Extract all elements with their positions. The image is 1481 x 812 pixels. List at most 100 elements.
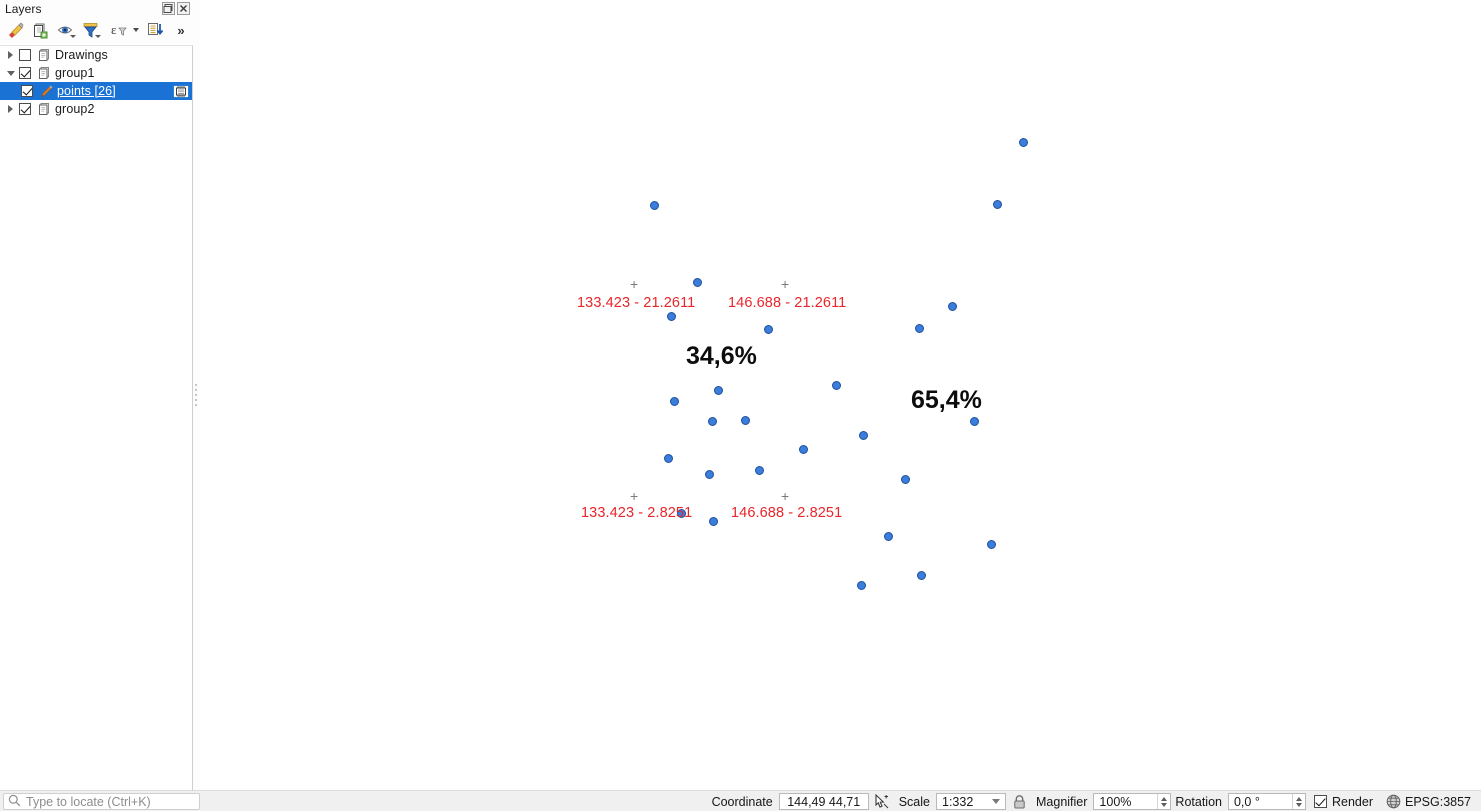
chevron-down-icon xyxy=(992,799,1000,804)
rotation-spinbox[interactable]: 0,0 ° xyxy=(1227,793,1306,810)
toolbar-overflow-button[interactable]: » xyxy=(173,19,189,41)
magnifier-value: 100% xyxy=(1099,794,1132,809)
grid-coordinate-label: 133.423 - 21.2611 xyxy=(577,295,696,311)
lock-icon[interactable] xyxy=(1006,791,1032,812)
map-point-feature[interactable] xyxy=(799,445,808,454)
grid-coordinate-label: 146.688 - 21.2611 xyxy=(728,295,847,311)
crs-label[interactable]: EPSG:3857 xyxy=(1405,795,1471,809)
group-icon xyxy=(35,46,53,64)
map-point-feature[interactable] xyxy=(693,278,702,287)
scale-combo[interactable]: 1:332 xyxy=(936,793,1006,810)
render-toggle[interactable]: Render xyxy=(1313,794,1373,809)
layer-tree-row-group1[interactable]: group1 xyxy=(0,64,192,82)
splitter-grip[interactable] xyxy=(195,381,198,415)
percentage-label: 34,6% xyxy=(686,342,757,370)
panel-splitter[interactable] xyxy=(193,0,200,790)
layer-tree-label: points [26] xyxy=(57,84,116,98)
map-point-feature[interactable] xyxy=(705,470,714,479)
layer-tree-label: group1 xyxy=(55,66,95,80)
collapse-arrow-icon[interactable] xyxy=(2,64,19,82)
coordinate-label: Coordinate xyxy=(711,794,773,809)
map-point-feature[interactable] xyxy=(664,454,673,463)
memory-layer-icon xyxy=(172,84,190,98)
map-point-feature[interactable] xyxy=(650,201,659,210)
map-point-feature[interactable] xyxy=(970,417,979,426)
layers-panel-title: Layers xyxy=(5,1,42,16)
status-bar: Type to locate (Ctrl+K) Coordinate 144,4… xyxy=(0,790,1481,811)
map-point-feature[interactable] xyxy=(832,381,841,390)
layer-tree: Drawings group1 points [26] group2 xyxy=(0,45,193,790)
map-point-feature[interactable] xyxy=(708,417,717,426)
map-point-feature[interactable] xyxy=(857,581,866,590)
render-label: Render xyxy=(1331,794,1373,809)
add-group-icon[interactable] xyxy=(29,19,52,41)
locator-placeholder: Type to locate (Ctrl+K) xyxy=(26,794,151,809)
map-point-feature[interactable] xyxy=(884,532,893,541)
globe-icon[interactable] xyxy=(1383,791,1405,812)
magnifier-label: Magnifier xyxy=(1036,794,1088,809)
layer-tree-label: group2 xyxy=(55,102,95,116)
paintbrush-icon[interactable] xyxy=(4,19,27,41)
percentage-label: 65,4% xyxy=(911,386,982,414)
rotation-value: 0,0 ° xyxy=(1233,794,1260,809)
rotation-label: Rotation xyxy=(1175,794,1222,809)
grid-coordinate-label: 133.423 - 2.8251 xyxy=(581,505,693,521)
rotation-stepper[interactable] xyxy=(1291,794,1305,809)
grid-coordinate-label: 146.688 - 2.8251 xyxy=(731,505,843,521)
undock-icon[interactable] xyxy=(162,2,175,15)
filter-icon[interactable] xyxy=(79,19,102,41)
map-point-feature[interactable] xyxy=(670,397,679,406)
svg-text:ε: ε xyxy=(111,22,117,37)
map-canvas[interactable]: + + + +133.423 - 21.2611 146.688 - 21.2611 13… xyxy=(200,0,1481,790)
eye-icon[interactable] xyxy=(54,19,77,41)
map-point-feature[interactable] xyxy=(987,540,996,549)
visibility-checkbox[interactable] xyxy=(19,49,31,61)
render-checkbox[interactable] xyxy=(1313,795,1327,808)
layer-tree-row-points[interactable]: points [26] xyxy=(0,82,192,100)
close-icon[interactable] xyxy=(177,2,190,15)
locator-search-input[interactable]: Type to locate (Ctrl+K) xyxy=(3,793,200,810)
coordinate-field[interactable]: 144,49 44,71 xyxy=(778,793,869,810)
map-point-feature[interactable] xyxy=(709,517,718,526)
magnifier-spinbox[interactable]: 100% xyxy=(1093,793,1172,810)
layers-panel-toolbar: ε » xyxy=(0,17,193,43)
map-point-feature[interactable] xyxy=(1019,138,1028,147)
scale-value: 1:332 xyxy=(942,794,974,809)
visibility-checkbox[interactable] xyxy=(19,67,31,79)
scale-label: Scale xyxy=(898,794,930,809)
map-point-feature[interactable] xyxy=(714,386,723,395)
map-point-feature[interactable] xyxy=(764,325,773,334)
layer-tree-row-drawings[interactable]: Drawings xyxy=(0,46,192,64)
map-point-feature[interactable] xyxy=(901,475,910,484)
epsilon-filter-icon[interactable]: ε xyxy=(104,19,134,41)
expand-arrow-icon[interactable] xyxy=(2,100,19,118)
map-point-feature[interactable] xyxy=(948,302,957,311)
visibility-checkbox[interactable] xyxy=(21,85,33,97)
chevron-down-icon xyxy=(95,35,101,38)
expand-arrow-icon[interactable] xyxy=(2,46,19,64)
visibility-checkbox[interactable] xyxy=(19,103,31,115)
grid-crosshair-marker: + xyxy=(630,276,639,292)
grid-crosshair-marker: + xyxy=(781,276,790,292)
layer-tree-label: Drawings xyxy=(55,48,108,62)
expand-all-icon[interactable] xyxy=(144,19,167,41)
map-point-feature[interactable] xyxy=(741,416,750,425)
map-point-feature[interactable] xyxy=(917,571,926,580)
magnifier-stepper[interactable] xyxy=(1157,794,1170,809)
layer-tree-row-group2[interactable]: group2 xyxy=(0,100,192,118)
edit-pencil-icon xyxy=(37,82,55,100)
group-icon xyxy=(35,64,53,82)
map-point-feature[interactable] xyxy=(859,431,868,440)
cursor-extents-icon[interactable] xyxy=(869,791,895,812)
chevron-down-icon xyxy=(70,35,76,38)
search-icon xyxy=(8,794,21,810)
map-point-feature[interactable] xyxy=(915,324,924,333)
layers-panel-titlebar: Layers xyxy=(0,0,193,17)
status-bar-right: Coordinate 144,49 44,71 Scale 1:332 Magn… xyxy=(708,791,1477,812)
layers-panel: Layers ε » Drawings group1 points [26] g… xyxy=(0,0,193,790)
group-icon xyxy=(35,100,53,118)
map-point-feature[interactable] xyxy=(993,200,1002,209)
map-point-feature[interactable] xyxy=(755,466,764,475)
map-point-feature[interactable] xyxy=(667,312,676,321)
grid-crosshair-marker: + xyxy=(781,488,790,504)
